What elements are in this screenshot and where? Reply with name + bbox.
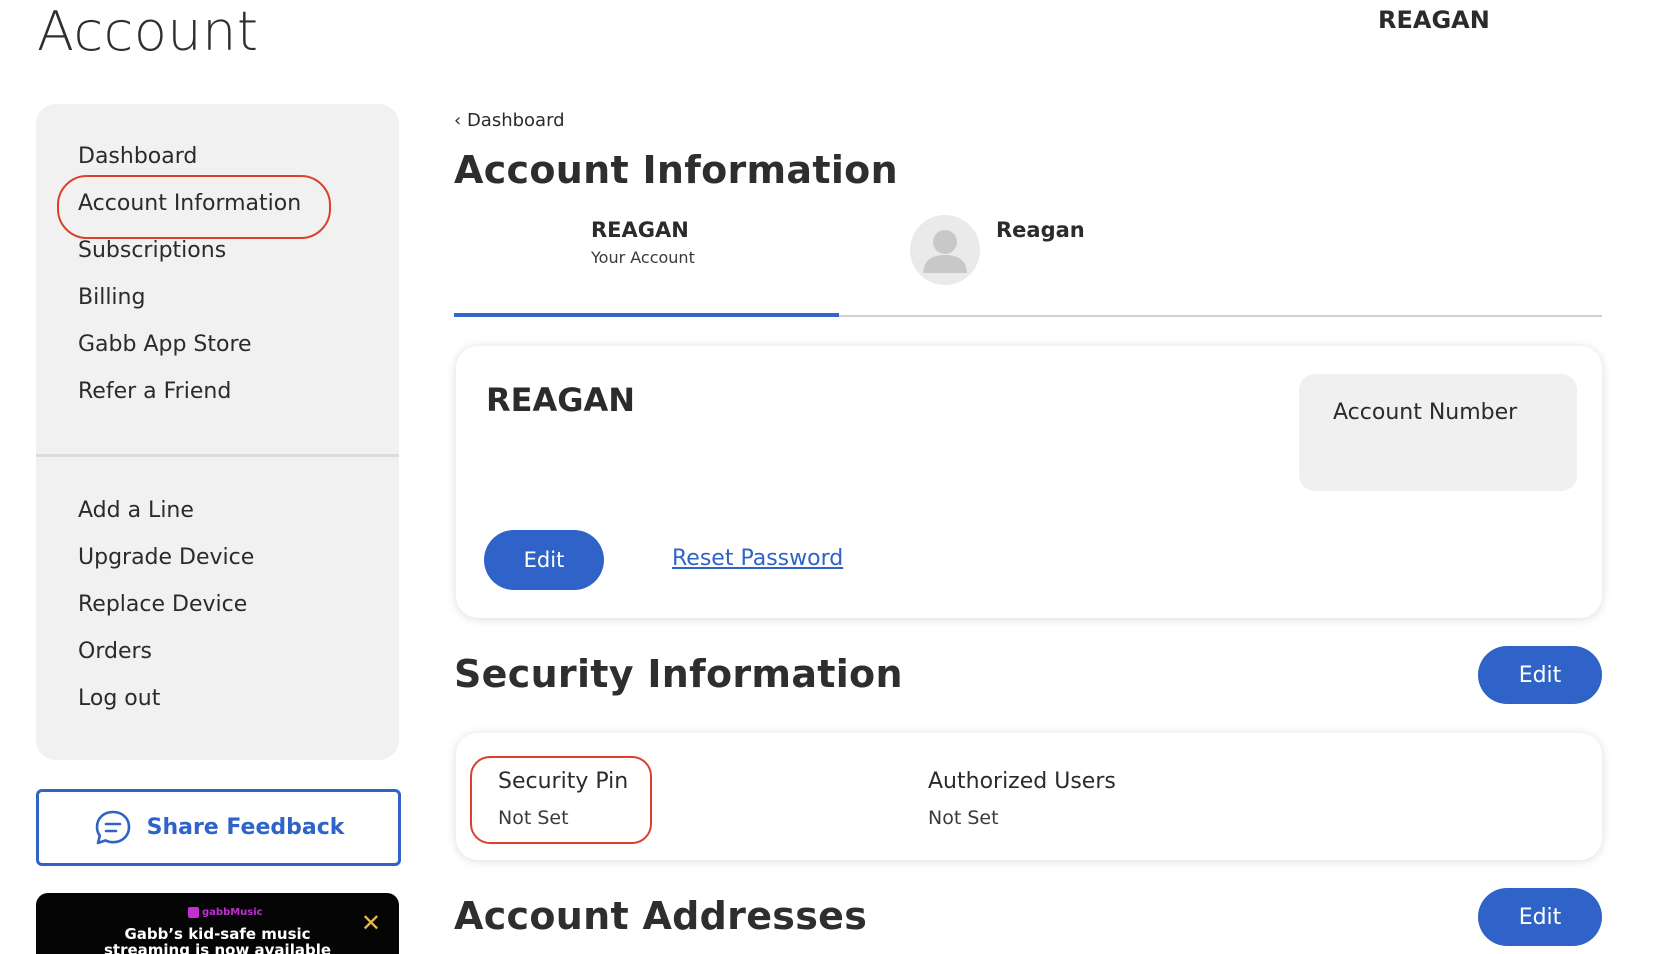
promo-text: Gabb’s kid-safe music streaming is now a… [103, 925, 332, 954]
user-avatar-icon[interactable] [910, 215, 980, 285]
account-number-box: Account Number [1299, 374, 1577, 491]
chevron-left-icon: ‹ [454, 110, 462, 131]
close-icon[interactable]: ✕ [361, 911, 381, 935]
chat-bubble-icon [95, 810, 130, 844]
security-pin-label: Security Pin [498, 769, 629, 794]
header-user-name[interactable]: REAGAN [1378, 6, 1490, 34]
sidebar-item-billing[interactable]: Billing [78, 285, 145, 310]
edit-account-button[interactable]: Edit [484, 530, 604, 590]
edit-addresses-button[interactable]: Edit [1478, 888, 1602, 946]
tab-primary-account[interactable]: REAGAN Your Account [591, 218, 695, 267]
gabb-music-logo-icon [188, 907, 199, 918]
sidebar-divider [36, 454, 399, 457]
authorized-users-label: Authorized Users [928, 769, 1116, 794]
account-holder-name: REAGAN [486, 381, 636, 419]
authorized-users-value: Not Set [928, 807, 999, 829]
security-information-title: Security Information [454, 652, 903, 696]
breadcrumb-label: Dashboard [466, 110, 565, 131]
sidebar-item-refer-a-friend[interactable]: Refer a Friend [78, 379, 231, 404]
sidebar-item-replace-device[interactable]: Replace Device [78, 592, 247, 617]
sidebar-item-dashboard[interactable]: Dashboard [78, 144, 197, 169]
page-title: Account [37, 0, 259, 63]
sidebar-item-log-out[interactable]: Log out [78, 686, 160, 711]
sidebar-item-gabb-app-store[interactable]: Gabb App Store [78, 332, 252, 357]
tab-active-indicator [454, 313, 839, 317]
account-addresses-title: Account Addresses [454, 894, 868, 938]
sidebar-item-account-information[interactable]: Account Information [78, 191, 301, 216]
security-pin-value: Not Set [498, 807, 569, 829]
tab-secondary-user[interactable]: Reagan [996, 218, 1085, 242]
account-card: REAGAN Account Number Edit Reset Passwor… [456, 346, 1602, 618]
reset-password-link[interactable]: Reset Password [672, 546, 843, 571]
gabb-music-logo: gabbMusic [188, 907, 263, 918]
share-feedback-button[interactable]: Share Feedback [36, 789, 401, 866]
sidebar: Dashboard Account Information Subscripti… [36, 104, 399, 760]
promo-banner[interactable]: gabbMusic Gabb’s kid-safe music streamin… [36, 893, 399, 954]
sidebar-item-upgrade-device[interactable]: Upgrade Device [78, 545, 254, 570]
share-feedback-label: Share Feedback [146, 815, 345, 840]
account-information-title: Account Information [454, 148, 898, 192]
account-page: Account REAGAN Dashboard Account Informa… [0, 0, 1676, 954]
security-card: Security Pin Not Set Authorized Users No… [456, 733, 1602, 860]
account-number-label: Account Number [1333, 400, 1518, 425]
sidebar-item-subscriptions[interactable]: Subscriptions [78, 238, 226, 263]
sidebar-item-orders[interactable]: Orders [78, 639, 152, 664]
sidebar-item-add-a-line[interactable]: Add a Line [78, 498, 194, 523]
edit-security-button[interactable]: Edit [1478, 646, 1602, 704]
breadcrumb[interactable]: ‹ Dashboard [454, 110, 565, 131]
